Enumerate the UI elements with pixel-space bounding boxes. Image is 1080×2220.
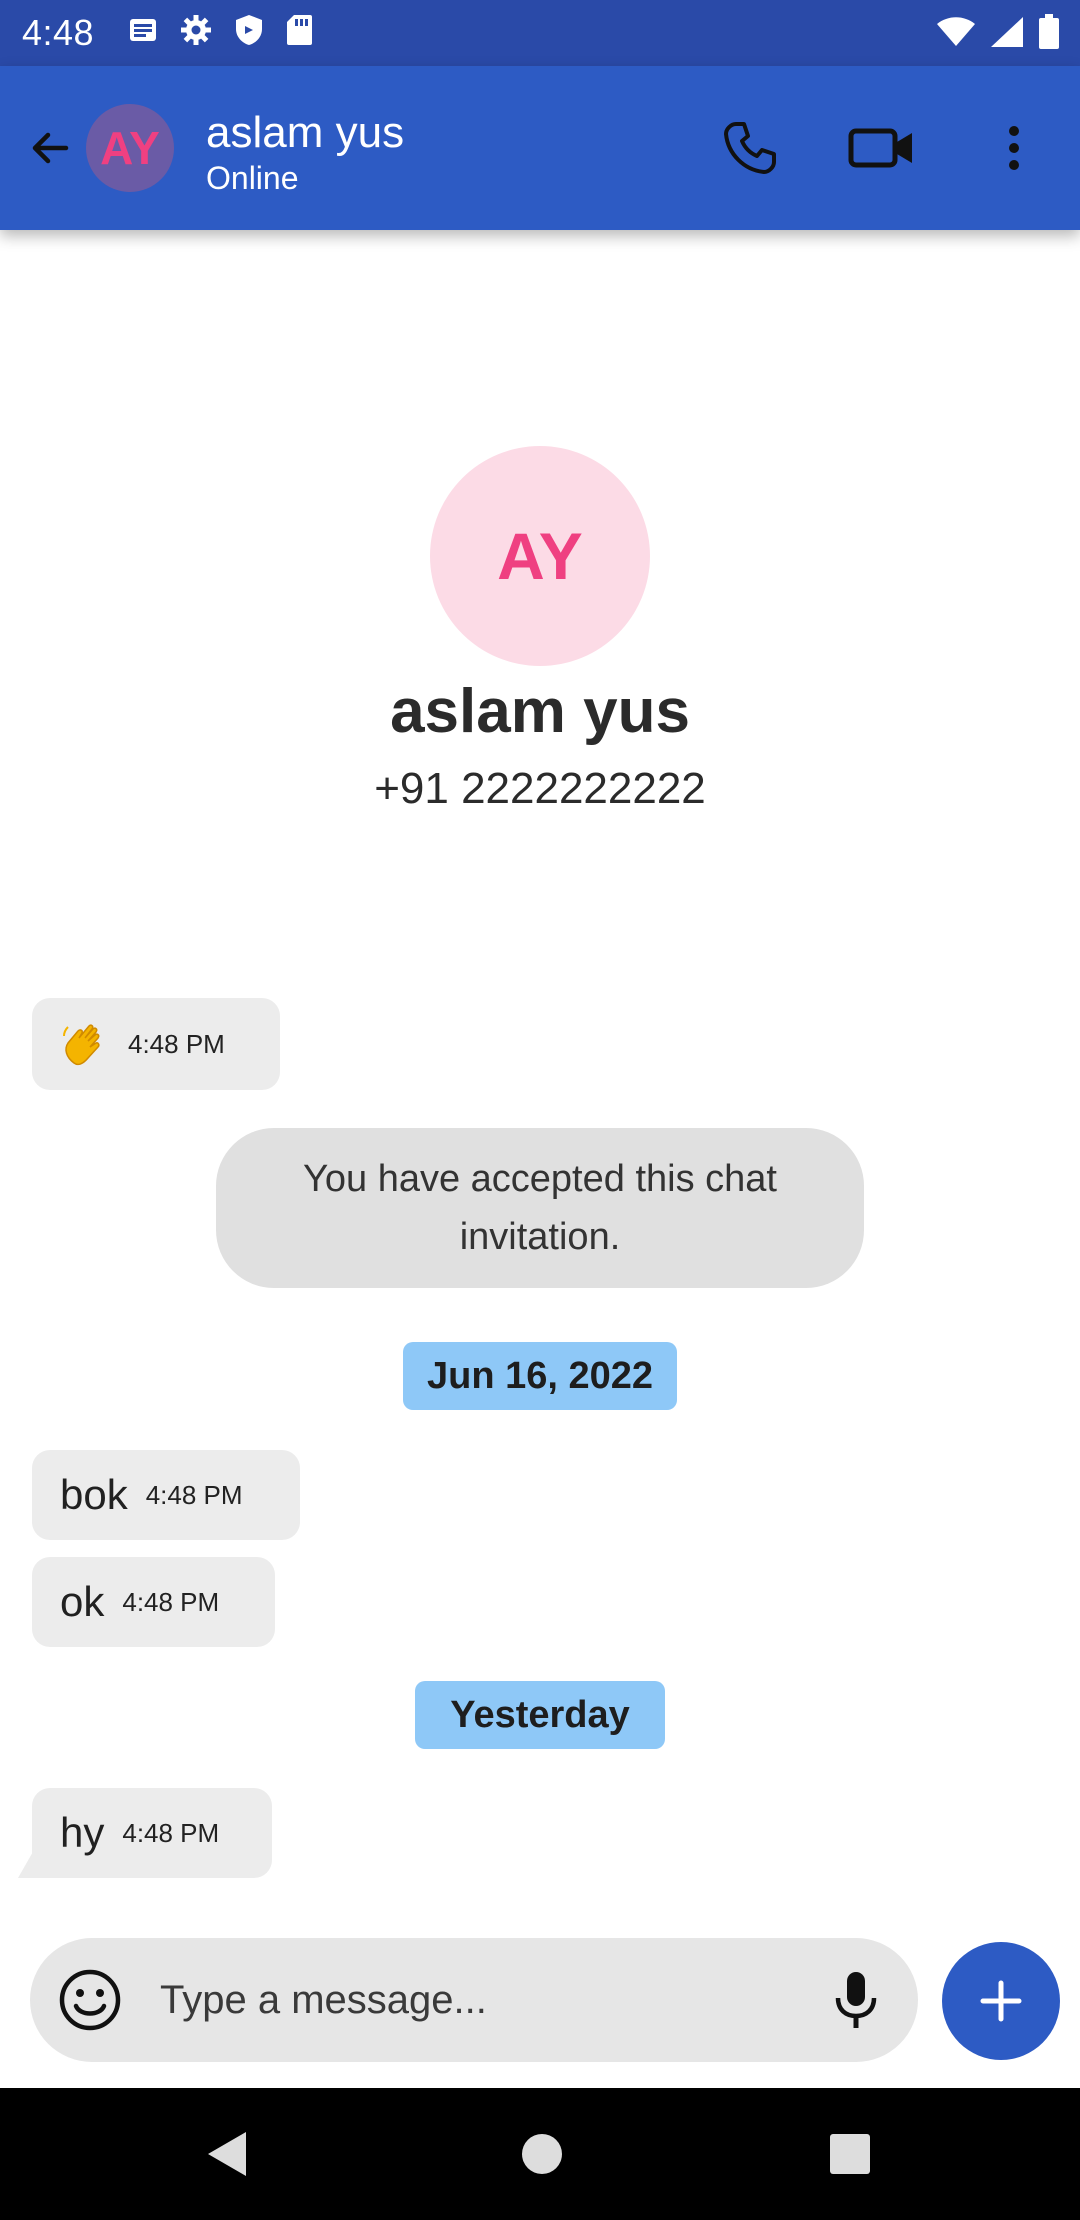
video-call-button[interactable]	[844, 114, 920, 182]
message-time: 4:48 PM	[128, 1028, 225, 1059]
battery-icon	[1038, 14, 1060, 50]
message-text: ok	[60, 1578, 105, 1625]
status-bar: 4:48	[0, 0, 1080, 66]
contact-name: aslam yus	[390, 677, 690, 746]
back-button[interactable]	[20, 118, 80, 178]
emoji-icon	[59, 1969, 121, 2031]
date-separator-yesterday: Yesterday	[415, 1681, 665, 1749]
signal-icon	[990, 16, 1024, 48]
more-vert-icon	[1009, 126, 1019, 170]
nav-recents-icon	[830, 2134, 870, 2174]
plus-icon	[980, 1980, 1022, 2022]
nav-home-icon	[522, 2134, 562, 2174]
attach-button[interactable]	[942, 1942, 1060, 2060]
message-bubble[interactable]: ok 4:48 PM	[32, 1557, 275, 1647]
message-time: 4:48 PM	[122, 1586, 220, 1617]
message-bubble[interactable]: hy 4:48 PM	[32, 1788, 272, 1878]
phone-icon	[724, 122, 776, 174]
nav-recents-button[interactable]	[826, 2130, 874, 2178]
nav-back-button[interactable]	[204, 2130, 252, 2178]
online-status: Online	[206, 160, 299, 196]
chat-app-bar: AY aslam yus Online	[0, 66, 1080, 230]
message-text: bok	[60, 1471, 128, 1518]
date-separator: Jun 16, 2022	[403, 1342, 677, 1410]
settings-icon	[180, 14, 212, 46]
status-icons-left	[128, 14, 312, 46]
voice-call-button[interactable]	[716, 114, 784, 182]
message-input[interactable]	[160, 1968, 800, 2032]
message-text: hy	[60, 1809, 105, 1856]
system-message: You have accepted this chat invitation.	[216, 1128, 864, 1288]
avatar[interactable]: AY	[86, 104, 174, 192]
news-icon	[128, 15, 158, 45]
contact-avatar[interactable]: AY	[430, 446, 650, 666]
shield-icon	[234, 14, 264, 46]
message-composer	[30, 1938, 918, 2062]
nav-back-icon	[208, 2132, 246, 2176]
wifi-icon	[936, 16, 976, 48]
voice-message-button[interactable]	[826, 1966, 886, 2034]
mic-icon	[835, 1972, 877, 2028]
video-camera-icon	[848, 128, 912, 168]
emoji-button[interactable]	[58, 1968, 122, 2032]
waving-hand-icon	[60, 1019, 110, 1069]
back-arrow-icon	[32, 132, 69, 164]
contact-name-header[interactable]: aslam yus	[206, 108, 404, 158]
status-icons-right	[936, 14, 1060, 50]
sd-card-icon	[286, 14, 312, 46]
more-options-button[interactable]	[986, 114, 1042, 182]
contact-phone: +91 2222222222	[374, 764, 706, 813]
message-time: 4:48 PM	[122, 1817, 220, 1848]
message-time: 4:48 PM	[145, 1479, 243, 1510]
system-nav-bar	[0, 2088, 1080, 2220]
message-bubble[interactable]: bok 4:48 PM	[32, 1450, 300, 1540]
message-bubble-wave[interactable]: 4:48 PM	[32, 998, 280, 1090]
nav-home-button[interactable]	[518, 2130, 566, 2178]
status-time: 4:48	[22, 12, 95, 53]
